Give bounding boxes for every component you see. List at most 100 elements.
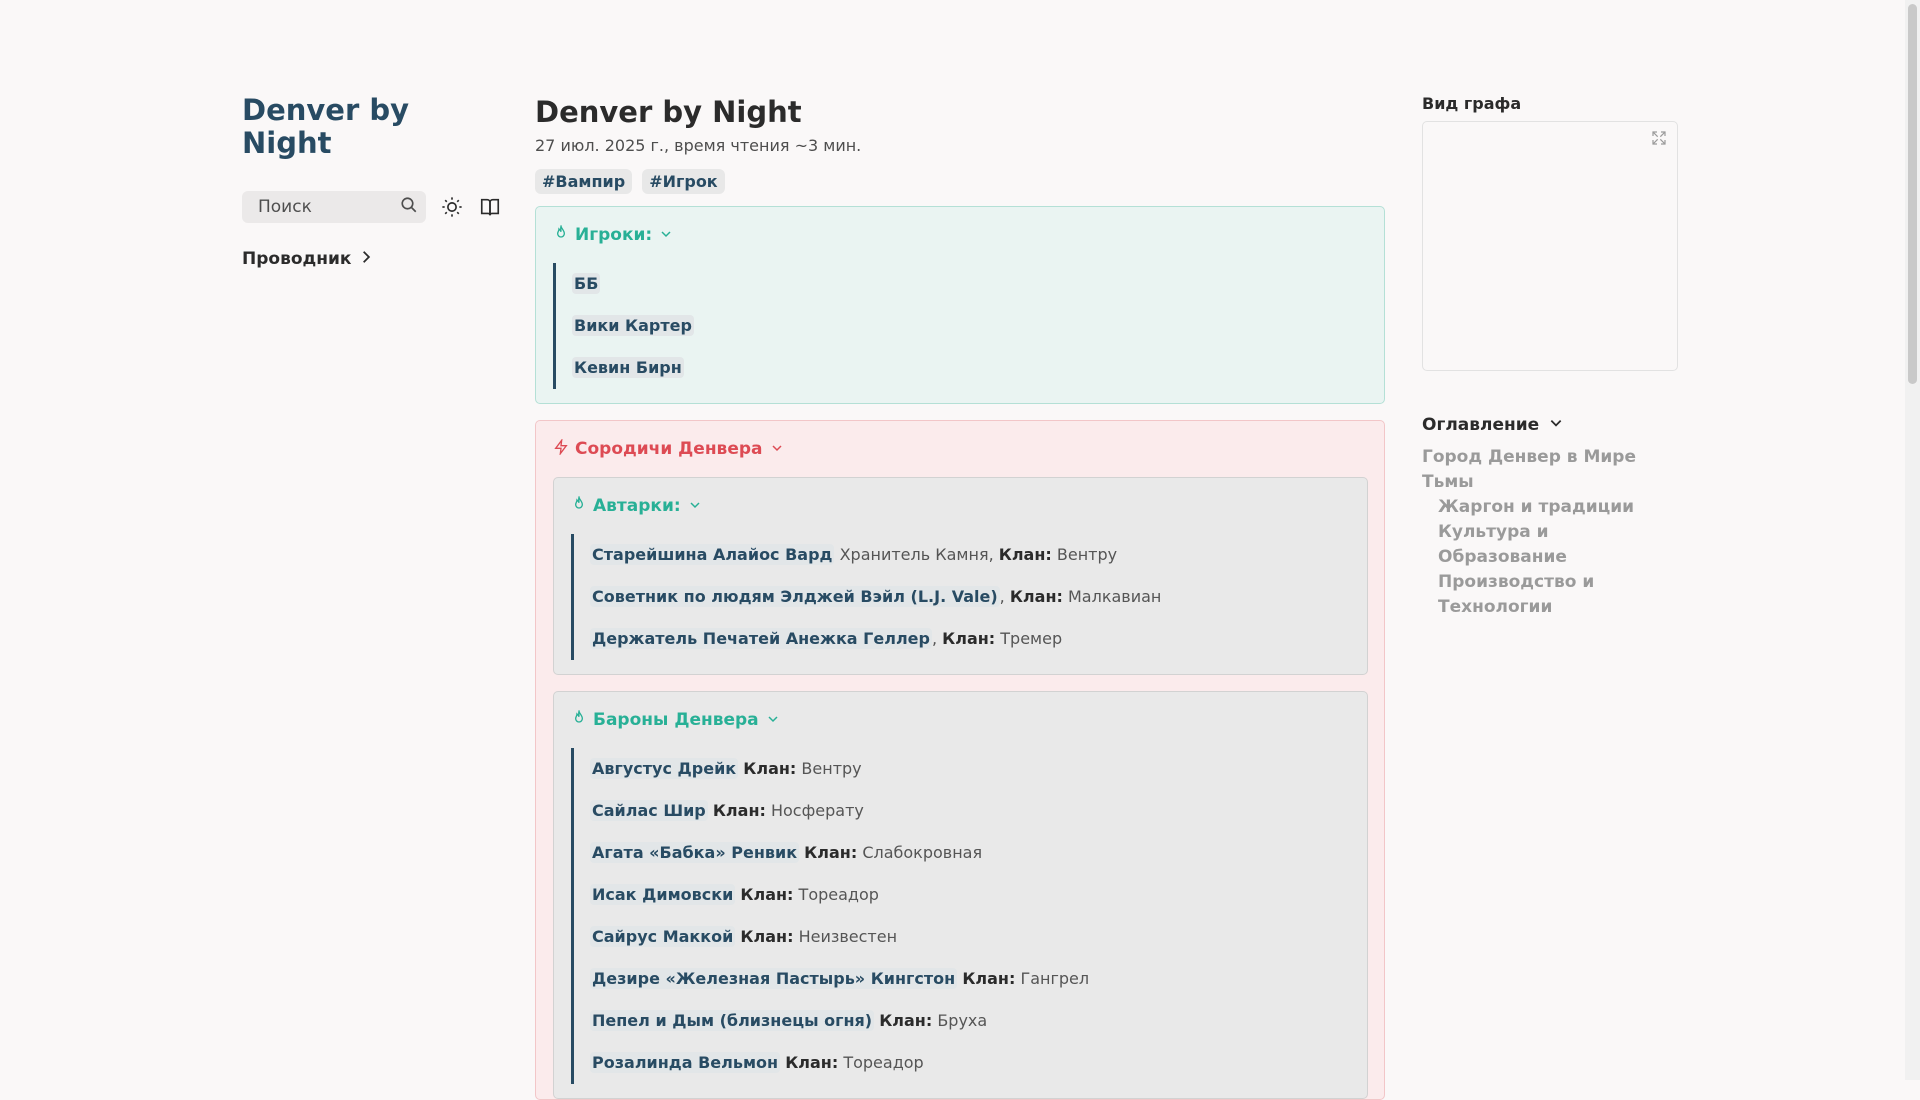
- clan-label: Клан:: [740, 927, 794, 946]
- list-item: Розалинда Вельмон Клан: Тореадор: [590, 1042, 1351, 1084]
- clan-value: Носферату: [770, 801, 864, 820]
- clan-label: Клан:: [998, 545, 1052, 564]
- autarkis-list: Старейшина Алайос Вард Хранитель Камня, …: [571, 534, 1351, 660]
- left-sidebar: Denver by Night Поиск Проводник: [242, 94, 502, 269]
- graph-view[interactable]: [1422, 121, 1678, 371]
- clan-label: Клан:: [962, 969, 1016, 988]
- character-link[interactable]: Розалинда Вельмон: [590, 1052, 781, 1073]
- players-callout: Игроки: ББ Вики Картер Кевин Бирн: [535, 206, 1385, 404]
- tag-vampire[interactable]: #Вампир: [535, 169, 633, 194]
- bolt-icon: [553, 437, 569, 460]
- tag-list: #Вампир #Игрок: [535, 169, 1385, 194]
- character-link[interactable]: Советник по людям Элджей Вэйл (L.J. Vale…: [590, 586, 1000, 607]
- list-item: Агата «Бабка» Ренвик Клан: Слабокровная: [590, 832, 1351, 874]
- barons-list: Августус Дрейк Клан: Вентру Сайлас Шир Кл…: [571, 748, 1351, 1084]
- clan-value: Тореадор: [798, 885, 879, 904]
- graph-title: Вид графа: [1422, 94, 1522, 113]
- character-link[interactable]: Сайлас Шир: [590, 800, 708, 821]
- separator-text: Хранитель Камня,: [834, 545, 999, 564]
- toc-item[interactable]: Город Денвер в Мире Тьмы: [1422, 445, 1680, 495]
- separator-text: ,: [931, 629, 943, 648]
- player-link[interactable]: Кевин Бирн: [572, 357, 684, 378]
- kindred-callout-title[interactable]: Сородичи Денвера: [553, 421, 1368, 477]
- chevron-down-icon: [660, 225, 672, 245]
- search-row: Поиск: [242, 191, 502, 223]
- clan-value: Вентру: [801, 759, 862, 778]
- clan-value: Неизвестен: [798, 927, 898, 946]
- right-sidebar: Вид графа Оглавление Город Денвер в Мире…: [1422, 94, 1680, 620]
- player-link[interactable]: Вики Картер: [572, 315, 694, 336]
- barons-callout-title[interactable]: Бароны Денвера: [571, 692, 1351, 748]
- players-callout-title[interactable]: Игроки:: [553, 207, 1368, 263]
- chevron-right-icon: [359, 249, 373, 269]
- clan-label: Клан:: [740, 885, 794, 904]
- chevron-down-icon: [767, 710, 779, 730]
- toc-item[interactable]: Производство и Технологии: [1422, 570, 1680, 620]
- main-content: Denver by Night 27 июл. 2025 г., время ч…: [535, 94, 1385, 1100]
- clan-value: Тремер: [1000, 629, 1063, 648]
- clan-label: Клан:: [942, 629, 996, 648]
- clan-value: Гангрел: [1020, 969, 1090, 988]
- players-list: ББ Вики Картер Кевин Бирн: [553, 263, 1368, 389]
- list-item: Сайлас Шир Клан: Носферату: [590, 790, 1351, 832]
- barons-callout: Бароны Денвера Августус Дрейк Клан: Вент…: [553, 691, 1368, 1099]
- toc-item[interactable]: Культура и Образование: [1422, 520, 1680, 570]
- scrollbar[interactable]: [1905, 0, 1920, 1080]
- list-item: Сайрус Маккой Клан: Неизвестен: [590, 916, 1351, 958]
- character-link[interactable]: Пепел и Дым (близнецы огня): [590, 1010, 875, 1031]
- character-link[interactable]: Исак Димовски: [590, 884, 736, 905]
- player-link[interactable]: ББ: [572, 273, 601, 294]
- chevron-down-icon: [1549, 415, 1563, 435]
- list-item: Пепел и Дым (близнецы огня) Клан: Бруха: [590, 1000, 1351, 1042]
- clan-value: Слабокровная: [862, 843, 983, 862]
- chevron-down-icon: [771, 439, 783, 459]
- expand-icon[interactable]: [1651, 130, 1667, 150]
- list-item: Августус Дрейк Клан: Вентру: [590, 748, 1351, 790]
- kindred-callout: Сородичи Денвера Автарки: Старейшина Ала…: [535, 420, 1385, 1100]
- clan-label: Клан:: [712, 801, 766, 820]
- scrollbar-thumb[interactable]: [1908, 4, 1917, 384]
- toc-title: Оглавление: [1422, 415, 1540, 435]
- clan-label: Клан:: [1009, 587, 1063, 606]
- list-item: Вики Картер: [572, 305, 1368, 347]
- list-item: Дезире «Железная Пастырь» Кингстон Клан:…: [590, 958, 1351, 1000]
- list-item: Старейшина Алайос Вард Хранитель Камня, …: [590, 534, 1351, 576]
- clan-value: Малкавиан: [1067, 587, 1162, 606]
- flame-icon: [571, 494, 587, 517]
- character-link[interactable]: Агата «Бабка» Ренвик: [590, 842, 800, 863]
- character-link[interactable]: Старейшина Алайос Вард: [590, 544, 835, 565]
- autarkis-callout-title[interactable]: Автарки:: [571, 478, 1351, 534]
- explorer-label: Проводник: [242, 249, 352, 269]
- search-placeholder: Поиск: [258, 197, 312, 217]
- list-item: Кевин Бирн: [572, 347, 1368, 389]
- clan-label: Клан:: [879, 1011, 933, 1030]
- autarkis-callout: Автарки: Старейшина Алайос Вард Хранител…: [553, 477, 1368, 675]
- site-title[interactable]: Denver by Night: [242, 94, 502, 160]
- page-meta: 27 июл. 2025 г., время чтения ~3 мин.: [535, 136, 862, 155]
- reader-mode-icon[interactable]: [478, 195, 502, 219]
- sun-icon[interactable]: [440, 195, 464, 219]
- chevron-down-icon: [689, 496, 701, 516]
- explorer-toggle[interactable]: Проводник: [242, 249, 502, 269]
- search-button[interactable]: Поиск: [242, 191, 426, 223]
- list-item: ББ: [572, 263, 1368, 305]
- separator-text: ,: [999, 587, 1010, 606]
- character-link[interactable]: Сайрус Маккой: [590, 926, 736, 947]
- tag-player[interactable]: #Игрок: [642, 169, 725, 194]
- clan-value: Тореадор: [843, 1053, 924, 1072]
- toc-list: Город Денвер в Мире Тьмы Жаргон и традици…: [1422, 445, 1680, 620]
- toc-item[interactable]: Жаргон и традиции: [1422, 495, 1680, 520]
- kindred-title: Сородичи Денвера: [575, 439, 763, 459]
- toc-toggle[interactable]: Оглавление: [1422, 415, 1680, 435]
- character-link[interactable]: Августус Дрейк: [590, 758, 739, 779]
- page-title: Denver by Night: [535, 95, 802, 129]
- clan-value: Бруха: [937, 1011, 988, 1030]
- character-link[interactable]: Держатель Печатей Анежка Геллер: [590, 628, 932, 649]
- barons-title: Бароны Денвера: [593, 710, 759, 730]
- clan-label: Клан:: [785, 1053, 839, 1072]
- flame-icon: [571, 708, 587, 731]
- search-icon: [400, 196, 418, 219]
- character-link[interactable]: Дезире «Железная Пастырь» Кингстон: [590, 968, 958, 989]
- list-item: Советник по людям Элджей Вэйл (L.J. Vale…: [590, 576, 1351, 618]
- flame-icon: [553, 223, 569, 246]
